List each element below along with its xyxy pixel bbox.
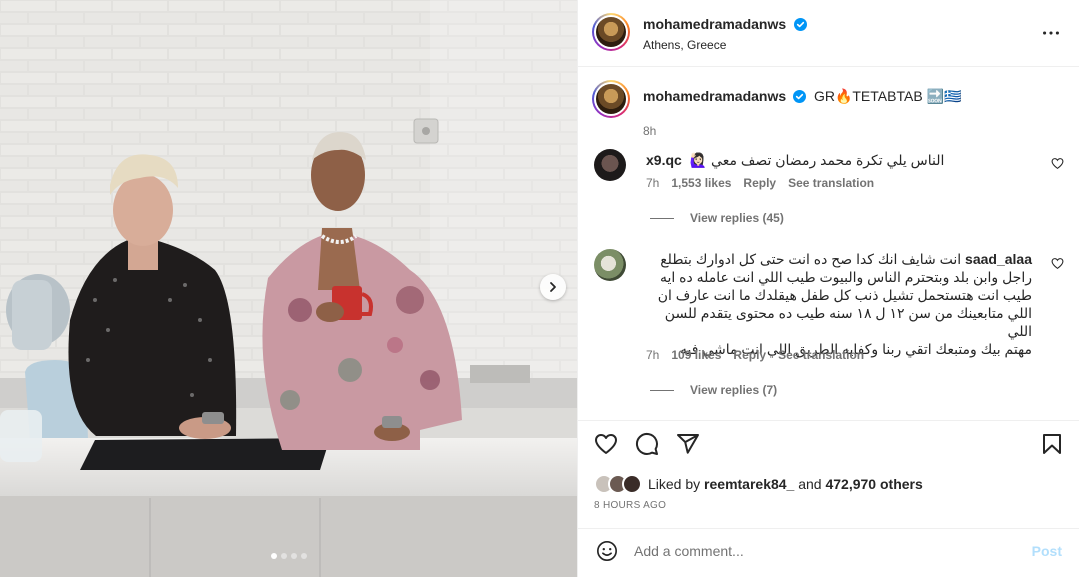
caption-line: mohamedramadanws GR🔥TETABTAB 🔜🇬🇷 [643, 88, 961, 105]
post-details-panel: mohamedramadanws Athens, Greece mohamedr… [577, 0, 1079, 577]
bookmark-icon[interactable] [1040, 432, 1064, 456]
author-avatar[interactable] [592, 80, 630, 118]
comment-line: طيب انت هتستحمل تشيل ذنب كل طفل هيقلدك م… [657, 287, 1032, 303]
comment-like-icon[interactable] [1051, 257, 1064, 270]
caption-text: GR🔥TETABTAB 🔜🇬🇷 [813, 88, 962, 104]
view-replies-button[interactable]: View replies (45) [650, 211, 784, 225]
post-photo [0, 0, 577, 577]
caption-time[interactable]: 8h [643, 124, 656, 138]
see-translation-button[interactable]: See translation [778, 348, 864, 362]
reply-button[interactable]: Reply [733, 348, 766, 362]
post-time-ago[interactable]: 8 HOURS AGO [594, 500, 666, 511]
reply-button[interactable]: Reply [743, 176, 776, 190]
likes-and: and [798, 476, 822, 492]
comment-time[interactable]: 7h [646, 176, 659, 190]
post-actions: Liked by reemtarek84_ and 472,970 others… [578, 420, 1079, 570]
likes-count[interactable]: 472,970 others [825, 476, 922, 492]
comment-icon[interactable] [635, 432, 659, 456]
comment-body: saad_alaa انت شايف انك كدا صح ده انت حتى… [646, 250, 1032, 358]
comment-username[interactable]: x9.qc [646, 152, 682, 168]
carousel-dot [300, 553, 307, 559]
replies-divider [650, 389, 674, 391]
verified-badge-icon [793, 18, 807, 31]
chevron-right-icon [550, 282, 556, 292]
carousel-dot [280, 553, 287, 559]
comment-input[interactable] [634, 539, 1014, 563]
verified-badge-icon [793, 90, 807, 103]
author-name-row: mohamedramadanws [643, 16, 807, 34]
liker-avatar[interactable] [622, 474, 642, 494]
heart-icon[interactable] [594, 432, 618, 456]
comment-body: x9.qc الناس يلي تكرة محمد رمضان تصف معي … [646, 151, 1026, 169]
comment-line: اللي متابعينك من سن ١٢ ل ١٨ سنه طيب ده م… [664, 305, 1032, 339]
comments-section[interactable]: mohamedramadanws GR🔥TETABTAB 🔜🇬🇷 8h x9.q… [578, 68, 1079, 420]
carousel-dot [270, 553, 277, 559]
post-location[interactable]: Athens, Greece [643, 38, 726, 52]
comment-meta: 7h 109 likes Reply See translation [646, 348, 864, 362]
author-avatar[interactable] [592, 13, 630, 51]
likes-text: Liked by reemtarek84_ and 472,970 others [648, 476, 923, 492]
carousel-next-button[interactable] [540, 274, 566, 300]
more-options-icon[interactable] [1040, 22, 1062, 44]
see-translation-button[interactable]: See translation [788, 176, 874, 190]
comment-likes[interactable]: 1,553 likes [671, 176, 731, 190]
view-replies-label: View replies (7) [690, 383, 778, 397]
likes-prefix: Liked by [648, 476, 701, 492]
send-icon[interactable] [676, 432, 700, 456]
replies-divider [650, 217, 674, 219]
comment-time[interactable]: 7h [646, 348, 659, 362]
comment-username[interactable]: saad_alaa [965, 251, 1032, 267]
comment-line: saad_alaa انت شايف انك كدا صح ده انت حتى… [646, 250, 1032, 268]
carousel-indicator [0, 553, 577, 559]
view-replies-label: View replies (45) [690, 211, 784, 225]
liker-username[interactable]: reemtarek84_ [704, 476, 794, 492]
comment-like-icon[interactable] [1051, 157, 1064, 170]
comment-text: انت شايف انك كدا صح ده انت حتى كل ادوارك… [660, 251, 962, 267]
post-header: mohamedramadanws Athens, Greece [578, 0, 1079, 67]
comment-likes[interactable]: 109 likes [671, 348, 721, 362]
post-media[interactable] [0, 0, 577, 577]
post-comment-button[interactable]: Post [1032, 543, 1062, 559]
commenter-avatar[interactable] [594, 249, 626, 281]
comment-line: راجل وابن بلد وبتحترم الناس والبيوت طيب … [659, 269, 1032, 285]
view-replies-button[interactable]: View replies (7) [650, 383, 777, 397]
emoji-icon[interactable] [596, 540, 618, 562]
commenter-avatar[interactable] [594, 149, 626, 181]
caption-username[interactable]: mohamedramadanws [643, 88, 786, 104]
carousel-dot [290, 553, 297, 559]
comment-meta: 7h 1,553 likes Reply See translation [646, 176, 874, 190]
author-username[interactable]: mohamedramadanws [643, 16, 786, 32]
comment-text: الناس يلي تكرة محمد رمضان تصف معي 🙋🏻‍♀️ [689, 152, 945, 168]
likes-summary: Liked by reemtarek84_ and 472,970 others [594, 474, 923, 494]
add-comment-bar: Post [578, 528, 1079, 571]
